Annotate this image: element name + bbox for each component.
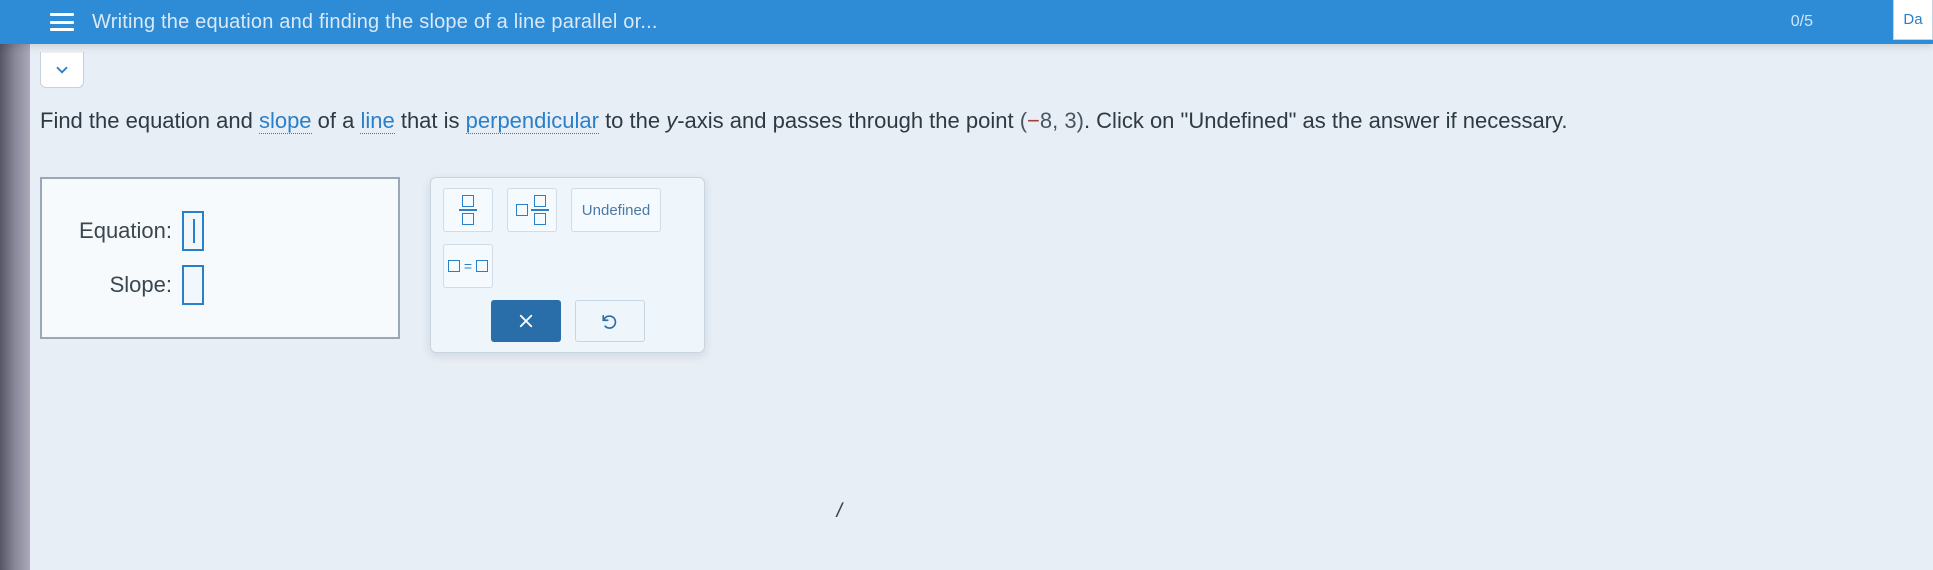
question-fragment: to the	[599, 108, 666, 133]
y-variable: y	[666, 108, 677, 133]
equation-label: Equation:	[72, 218, 172, 244]
reset-button[interactable]	[575, 300, 645, 342]
progress-counter: 0/5	[1791, 13, 1813, 31]
close-icon	[517, 312, 535, 330]
slope-label: Slope:	[72, 272, 172, 298]
point-expression: (−8, 3)	[1020, 108, 1084, 133]
header-right-stub: Da	[1893, 0, 1933, 40]
glossary-term-perpendicular[interactable]: perpendicular	[466, 108, 599, 134]
answer-panel: Equation: Slope:	[40, 177, 400, 339]
undo-icon	[601, 312, 619, 330]
lesson-title: Writing the equation and finding the slo…	[92, 11, 658, 34]
stray-cursor-artifact: 𝑙	[835, 500, 840, 523]
lesson-header: Writing the equation and finding the slo…	[0, 0, 1933, 44]
screen-edge-artifact	[0, 0, 30, 570]
question-fragment: that is	[395, 108, 466, 133]
fraction-button[interactable]	[443, 188, 493, 232]
clear-button[interactable]	[491, 300, 561, 342]
mixed-number-icon	[516, 195, 549, 225]
question-text: Find the equation and slope of a line th…	[40, 104, 1893, 137]
question-fragment: -axis and passes through the point	[677, 108, 1019, 133]
menu-button[interactable]	[50, 13, 74, 31]
collapse-toggle[interactable]	[40, 52, 84, 88]
mixed-number-button[interactable]	[507, 188, 557, 232]
question-fragment: Find the equation and	[40, 108, 259, 133]
undefined-button[interactable]: Undefined	[571, 188, 661, 232]
question-fragment: of a	[312, 108, 361, 133]
equation-input[interactable]	[182, 211, 204, 251]
equation-icon: =	[448, 258, 488, 274]
question-fragment: . Click on "Undefined" as the answer if …	[1084, 108, 1568, 133]
chevron-down-icon	[53, 61, 71, 79]
fraction-icon	[459, 195, 477, 225]
equation-template-button[interactable]: =	[443, 244, 493, 288]
slope-input[interactable]	[182, 265, 204, 305]
glossary-term-slope[interactable]: slope	[259, 108, 312, 134]
math-palette: Undefined =	[430, 177, 705, 353]
glossary-term-line[interactable]: line	[360, 108, 394, 134]
